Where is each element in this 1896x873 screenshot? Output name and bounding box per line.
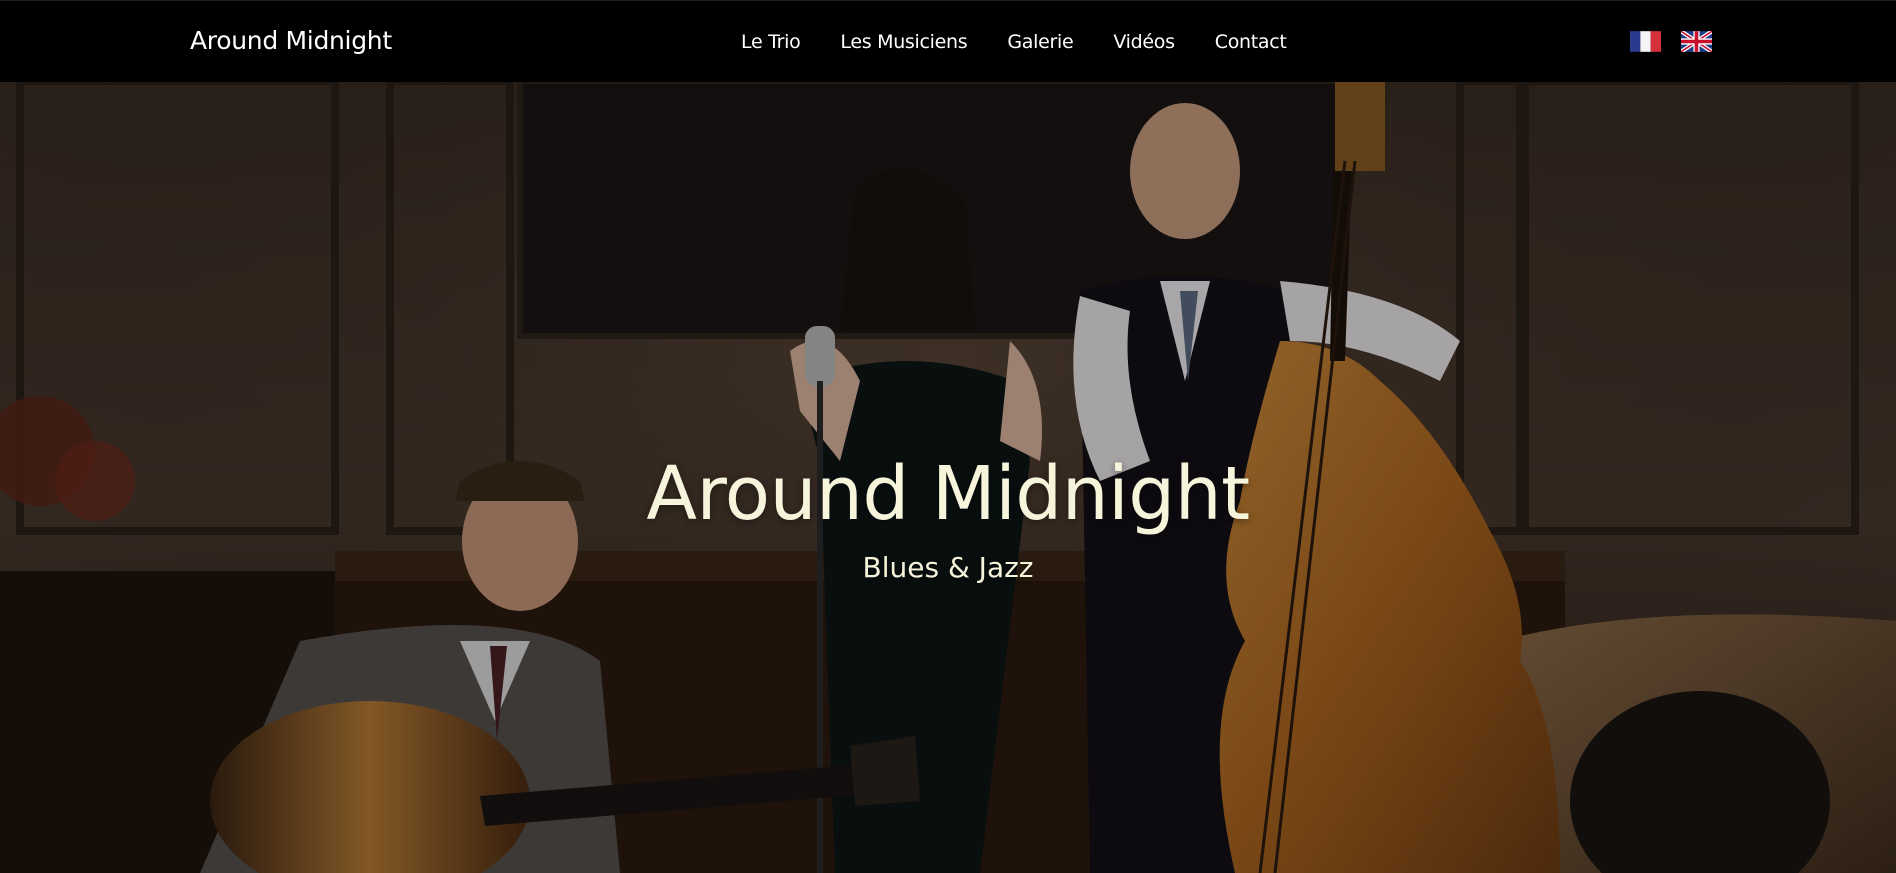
nav-link-videos[interactable]: Vidéos bbox=[1113, 31, 1175, 53]
flag-uk-icon[interactable] bbox=[1681, 31, 1712, 52]
nav-link-galerie[interactable]: Galerie bbox=[1007, 31, 1073, 53]
brand-logo-link[interactable]: Around Midnight bbox=[190, 26, 392, 55]
hero-subtitle: Blues & Jazz bbox=[862, 551, 1034, 584]
hero-section: Around Midnight Blues & Jazz bbox=[0, 81, 1896, 873]
navbar: Around Midnight Le Trio Les Musiciens Ga… bbox=[0, 0, 1896, 82]
hero-title: Around Midnight bbox=[646, 451, 1250, 537]
nav-link-les-musiciens[interactable]: Les Musiciens bbox=[840, 31, 967, 53]
language-switcher bbox=[1630, 31, 1712, 52]
nav-link-le-trio[interactable]: Le Trio bbox=[741, 31, 801, 53]
main-nav: Le Trio Les Musiciens Galerie Vidéos Con… bbox=[741, 31, 1287, 53]
page: Around Midnight Le Trio Les Musiciens Ga… bbox=[0, 0, 1896, 873]
flag-france-icon[interactable] bbox=[1630, 31, 1661, 52]
nav-link-contact[interactable]: Contact bbox=[1215, 31, 1287, 53]
